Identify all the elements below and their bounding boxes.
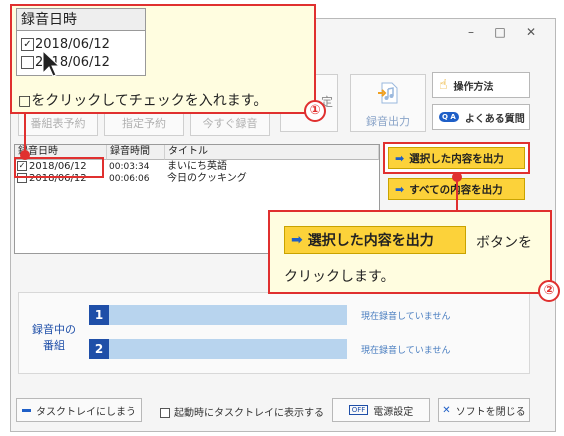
tasktray-button[interactable]: タスクトレイにしまう [16, 398, 142, 422]
col-header-duration[interactable]: 録音時間 [107, 145, 165, 160]
faq-icon: Q A [439, 112, 459, 122]
close-x-icon: ✕ [442, 404, 451, 416]
slot-status: 現在録音していません [361, 346, 451, 356]
row-title: まいにち英語 [167, 161, 227, 172]
slot-number: 1 [89, 305, 109, 325]
connector-dot [20, 150, 30, 160]
row-duration: 00:03:34 [109, 162, 150, 172]
slot-bar [109, 305, 347, 325]
faq-label: よくある質問 [464, 113, 525, 125]
zoom-list: 録音日時 ✓ 2018/06/12 2018/06/12 [16, 8, 146, 77]
cursor-icon [42, 49, 61, 77]
power-settings-label: 電源設定 [373, 406, 414, 418]
step-1-badge: ① [304, 100, 326, 122]
close-window-button[interactable]: ✕ [522, 24, 540, 40]
startup-label: 起動時にタスクトレイに表示する [174, 408, 324, 419]
callout-button: ➡ 選択した内容を出力 [284, 226, 466, 254]
col-header-title[interactable]: タイトル [165, 145, 379, 160]
callout-2-text-b: クリックします。 [284, 269, 395, 285]
tasktray-label: タスクトレイにしまう [36, 406, 136, 418]
output-selected-label: 選択した内容を出力 [409, 152, 504, 165]
zoom-header: 録音日時 [17, 9, 145, 31]
minimize-bar-icon [22, 408, 31, 412]
recording-panel: 録音中の 番組 1 現在録音していません 2 現在録音していません [18, 292, 530, 374]
callout-1: 録音日時 ✓ 2018/06/12 2018/06/12 □をクリックしてチェック… [10, 4, 316, 114]
zoom-row-2: 2018/06/12 [21, 55, 110, 70]
slot-status: 現在録音していません [361, 312, 451, 322]
rec-output-button[interactable]: 録音出力 [350, 74, 426, 132]
music-file-icon [378, 81, 400, 105]
power-settings-button[interactable]: OFF 電源設定 [332, 398, 430, 422]
designated-reserve-button[interactable]: 指定予約 [104, 112, 184, 136]
startup-checkbox[interactable]: 起動時にタスクトレイに表示する [160, 404, 324, 419]
power-off-icon: OFF [348, 405, 369, 415]
zoom-row-1: ✓ 2018/06/12 [21, 37, 110, 52]
arrow-right-icon: ➡ [395, 182, 405, 196]
recording-label: 録音中の 番組 [32, 323, 76, 352]
connector-line [24, 114, 26, 154]
close-software-button[interactable]: ✕ ソフトを閉じる [438, 398, 530, 422]
record-now-button[interactable]: 今すぐ録音 [190, 112, 270, 136]
callout-2: ➡ 選択した内容を出力 ボタンを クリックします。 [268, 210, 552, 294]
callout-1-text: □をクリックしてチェックを入れます。 [18, 93, 268, 109]
faq-button[interactable]: Q A よくある質問 [432, 104, 530, 130]
program-list-reserve-button[interactable]: 番組表予約 [18, 112, 98, 136]
step-2-badge: ② [538, 280, 560, 302]
minimize-button[interactable]: – [462, 24, 480, 40]
how-to-button[interactable]: ☝ 操作方法 [432, 72, 530, 98]
callout-2-text-a: ボタンを [476, 235, 532, 251]
slot-number: 2 [89, 339, 109, 359]
row-highlight [14, 157, 104, 178]
connector-dot [452, 172, 462, 182]
hand-pointer-icon: ☝ [439, 77, 448, 93]
how-to-label: 操作方法 [453, 81, 494, 93]
row-title: 今日のクッキング [167, 173, 247, 184]
maximize-button[interactable]: □ [491, 24, 509, 40]
close-software-label: ソフトを閉じる [455, 406, 526, 418]
slot-bar [109, 339, 347, 359]
arrow-right-icon: ➡ [395, 151, 405, 165]
output-selected-button[interactable]: ➡ 選択した内容を出力 [388, 147, 525, 169]
rec-output-label: 録音出力 [366, 115, 410, 128]
row-duration: 00:06:06 [109, 174, 150, 184]
